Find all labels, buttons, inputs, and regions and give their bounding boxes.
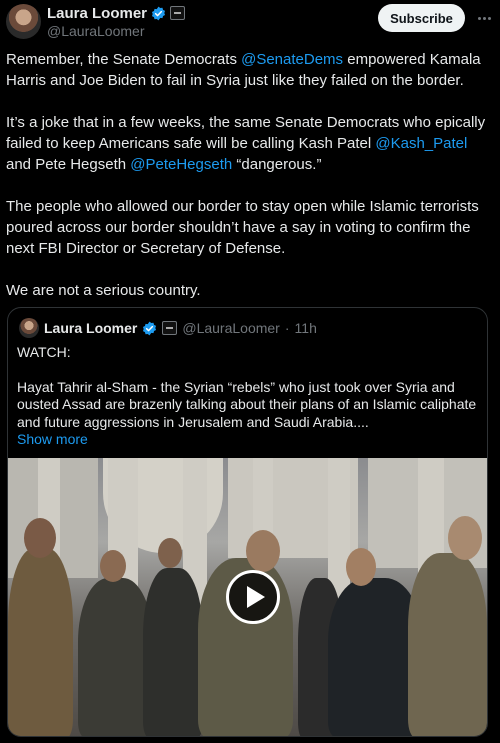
verified-badge-icon xyxy=(151,6,166,20)
quoted-author-handle[interactable]: @LauraLoomer xyxy=(182,320,280,336)
quoted-post-text: WATCH: Hayat Tahrir al-Sham - the Syrian… xyxy=(17,344,482,449)
separator-dot: · xyxy=(284,320,290,336)
text-segment: and Pete Hegseth xyxy=(6,156,131,173)
subscribe-button[interactable]: Subscribe xyxy=(378,4,465,32)
text-segment: The people who allowed our border to sta… xyxy=(6,198,479,257)
person-head xyxy=(100,550,126,582)
person-head xyxy=(158,538,182,568)
mention-senatedems[interactable]: @SenateDems xyxy=(241,51,343,68)
post-paragraph: We are not a serious country. xyxy=(6,280,496,301)
quoted-author-avatar[interactable] xyxy=(19,318,39,338)
post-paragraph: It’s a joke that in a few weeks, the sam… xyxy=(6,112,496,175)
mention-petehegseth[interactable]: @PeteHegseth xyxy=(130,156,232,173)
affiliation-badge-icon[interactable] xyxy=(162,321,178,335)
person-figure xyxy=(408,553,487,736)
post: Laura Loomer @LauraLoomer Subscribe Reme… xyxy=(0,0,500,743)
quoted-post-header: Laura Loomer @LauraLoomer · 11h xyxy=(19,318,317,338)
person-figure xyxy=(8,548,73,736)
video-player[interactable] xyxy=(8,458,487,736)
quoted-post-time[interactable]: 11h xyxy=(295,320,317,336)
more-options-icon[interactable] xyxy=(474,9,494,27)
verified-badge-icon xyxy=(143,321,157,335)
quoted-body: Hayat Tahrir al-Sham - the Syrian “rebel… xyxy=(17,378,477,430)
quoted-post[interactable]: Laura Loomer @LauraLoomer · 11h WATCH: H… xyxy=(7,307,488,737)
text-segment: Remember, the Senate Democrats xyxy=(6,51,242,68)
show-more-link[interactable]: Show more xyxy=(17,431,482,449)
person-head xyxy=(246,530,280,572)
text-segment: “dangerous.” xyxy=(232,156,322,173)
person-head xyxy=(24,518,56,558)
author-handle[interactable]: @LauraLoomer xyxy=(47,23,145,39)
person-figure xyxy=(143,568,203,736)
author-avatar[interactable] xyxy=(6,4,41,39)
quoted-author-name[interactable]: Laura Loomer xyxy=(44,320,137,336)
person-figure xyxy=(78,578,153,736)
post-paragraph: The people who allowed our border to sta… xyxy=(6,196,496,259)
text-segment: We are not a serious country. xyxy=(6,282,201,299)
quoted-watch-label: WATCH: xyxy=(17,344,71,360)
post-text: Remember, the Senate Democrats @SenateDe… xyxy=(6,49,496,322)
post-header: Laura Loomer @LauraLoomer Subscribe xyxy=(0,0,500,48)
author-name[interactable]: Laura Loomer xyxy=(47,5,147,22)
author-name-row: Laura Loomer xyxy=(47,4,186,22)
person-head xyxy=(448,516,482,560)
post-paragraph: Remember, the Senate Democrats @SenateDe… xyxy=(6,49,496,91)
play-icon[interactable] xyxy=(226,570,280,624)
mention-kash-patel[interactable]: @Kash_Patel xyxy=(375,135,467,152)
affiliation-badge-icon[interactable] xyxy=(170,6,186,20)
person-head xyxy=(346,548,376,586)
